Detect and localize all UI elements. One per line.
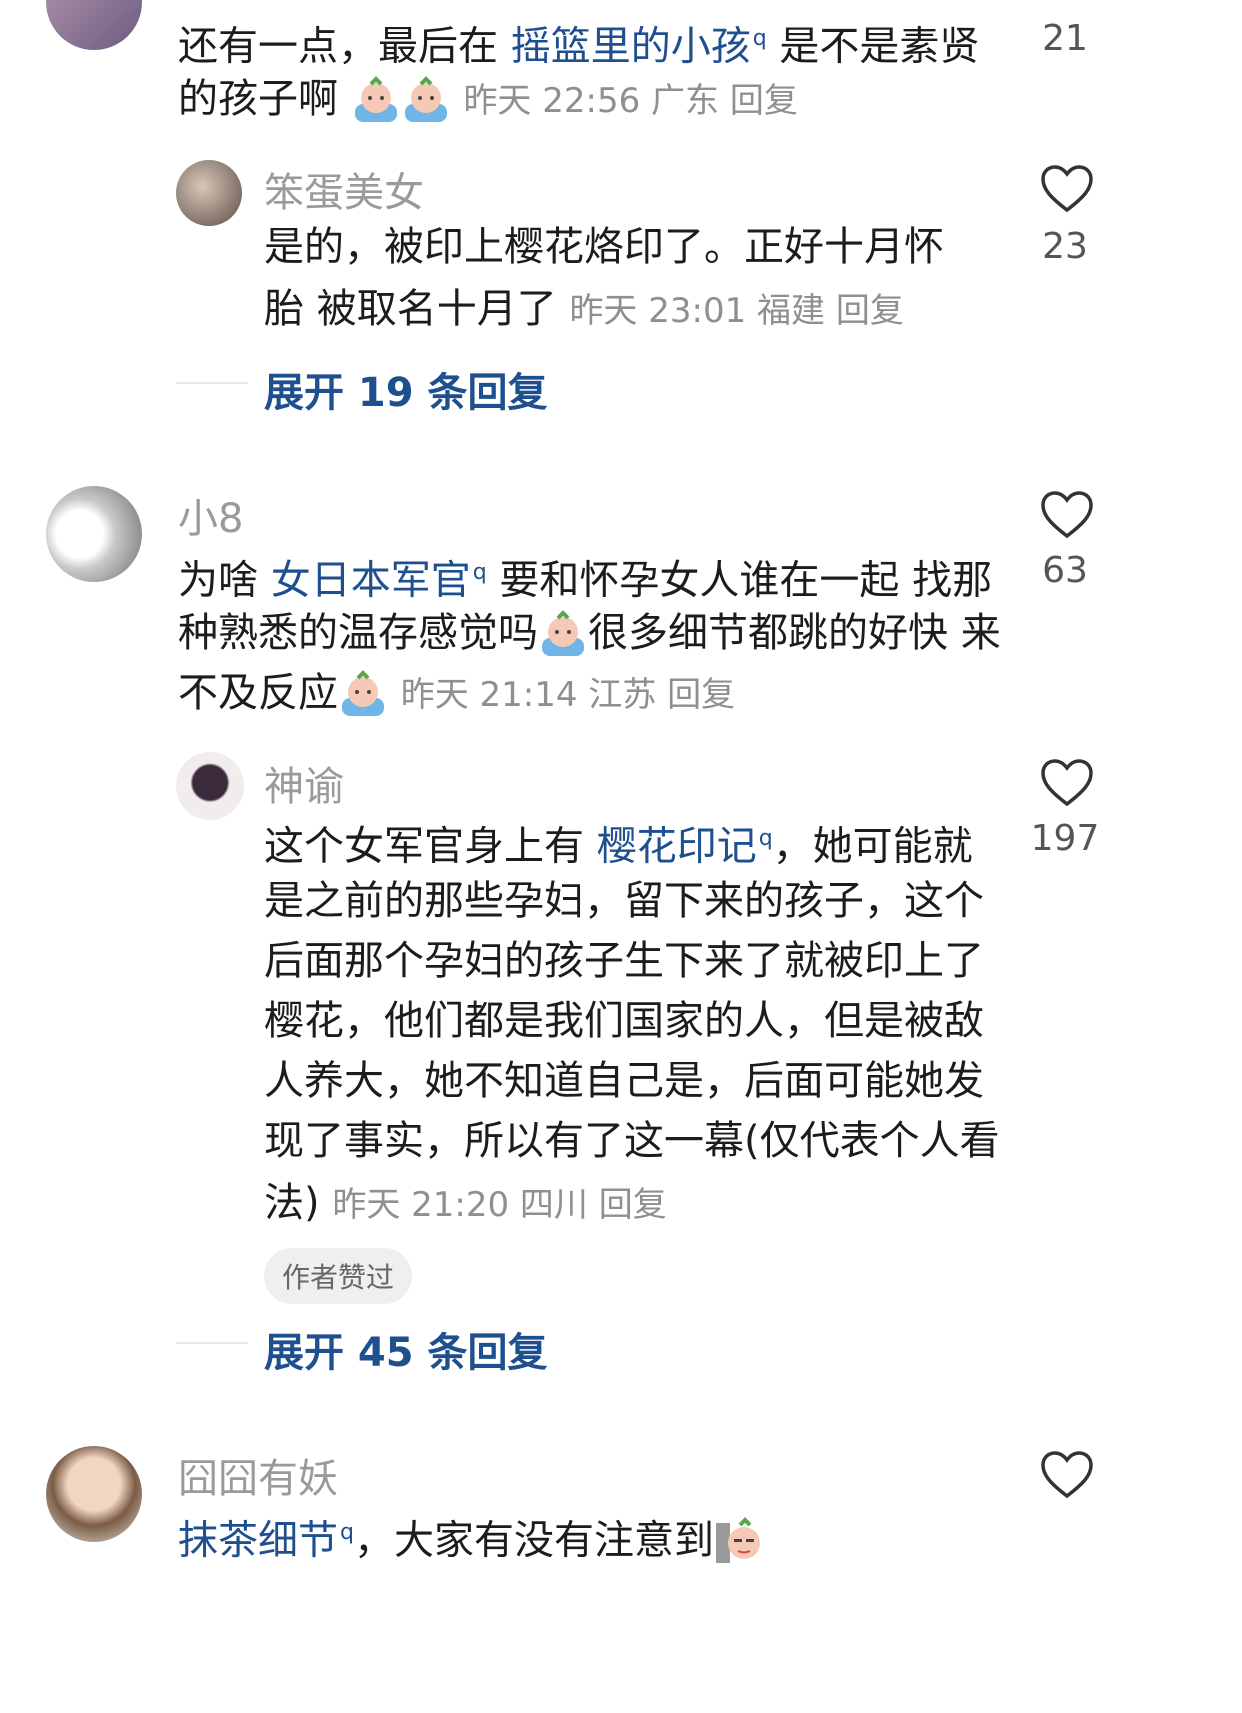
comment-text-line: 后面那个孕妇的孩子生下来了就被印上了 bbox=[264, 938, 984, 984]
crying-emoji-icon bbox=[351, 76, 401, 126]
username[interactable]: 神谕 bbox=[264, 754, 344, 812]
search-q-icon: q bbox=[758, 826, 773, 851]
heart-outline-icon[interactable] bbox=[1040, 758, 1094, 808]
comment-text-line: 种熟悉的温存感觉吗 很多细节都跳的好快 来 bbox=[178, 600, 1001, 666]
search-link[interactable]: 樱花印记 bbox=[597, 823, 757, 869]
comment-meta[interactable]: 昨天 23:01 福建 回复 bbox=[569, 291, 903, 331]
divider bbox=[176, 382, 248, 384]
like-count: 23 bbox=[1042, 226, 1088, 267]
avatar[interactable] bbox=[46, 486, 142, 582]
author-liked-badge: 作者赞过 bbox=[264, 1248, 413, 1304]
like-count: 197 bbox=[1030, 818, 1100, 859]
username[interactable]: 笨蛋美女 bbox=[264, 160, 424, 218]
search-link[interactable]: 摇篮里的小孩 bbox=[511, 23, 751, 69]
comment-text-line: 抹茶细节q，大家有没有注意到 bbox=[178, 1500, 764, 1573]
heart-outline-icon[interactable] bbox=[1040, 490, 1094, 540]
comment-text-line: 樱花，他们都是我们国家的人，但是被敌 bbox=[264, 998, 984, 1044]
crying-emoji-icon bbox=[538, 610, 588, 660]
expand-replies-button[interactable]: 展开 45 条回复 bbox=[264, 1320, 548, 1378]
search-link[interactable]: 女日本军官 bbox=[271, 557, 471, 603]
heart-outline-icon[interactable] bbox=[1040, 1450, 1094, 1500]
heart-outline-icon[interactable] bbox=[1040, 164, 1094, 214]
smirk-emoji-icon bbox=[714, 1517, 764, 1567]
divider bbox=[176, 1342, 248, 1344]
avatar[interactable] bbox=[46, 1446, 142, 1542]
search-link[interactable]: 抹茶细节 bbox=[178, 1517, 338, 1563]
comment-meta[interactable]: 昨天 22:56 广东 回复 bbox=[463, 81, 797, 121]
comment-text-line: 胎 被取名十月了 昨天 23:01 福建 回复 bbox=[264, 286, 904, 332]
expand-replies-button[interactable]: 展开 19 条回复 bbox=[264, 360, 548, 418]
like-count: 63 bbox=[1042, 550, 1088, 591]
comment-text-line: 是的，被印上樱花烙印了。正好十月怀 bbox=[264, 224, 944, 270]
like-count: 21 bbox=[1042, 18, 1088, 59]
crying-emoji-icon bbox=[338, 670, 388, 720]
comment-text-line: 不及反应 昨天 21:14 江苏 回复 bbox=[178, 660, 735, 728]
comment-text-line: 法) 昨天 21:20 四川 回复 bbox=[264, 1180, 667, 1226]
comment-text-line: 现了事实，所以有了这一幕(仅代表个人看 bbox=[264, 1118, 1000, 1164]
comment-text-line: 人养大，她不知道自己是，后面可能她发 bbox=[264, 1058, 984, 1104]
avatar[interactable] bbox=[176, 160, 242, 226]
search-q-icon: q bbox=[340, 1520, 354, 1545]
crying-emoji-icon bbox=[401, 76, 451, 126]
comment-text-line: 是之前的那些孕妇，留下来的孩子，这个 bbox=[264, 878, 984, 924]
username[interactable]: 囧囧有妖 bbox=[178, 1446, 338, 1504]
username[interactable]: 小8 bbox=[178, 486, 243, 544]
search-q-icon: q bbox=[752, 26, 767, 51]
comment-meta[interactable]: 昨天 21:20 四川 回复 bbox=[332, 1185, 666, 1225]
avatar[interactable] bbox=[176, 752, 244, 820]
search-q-icon: q bbox=[472, 560, 487, 585]
comment-text-line: 的孩子啊 昨天 22:56 广东 回复 bbox=[178, 66, 798, 134]
avatar[interactable] bbox=[46, 0, 142, 50]
comment-meta[interactable]: 昨天 21:14 江苏 回复 bbox=[401, 675, 735, 715]
